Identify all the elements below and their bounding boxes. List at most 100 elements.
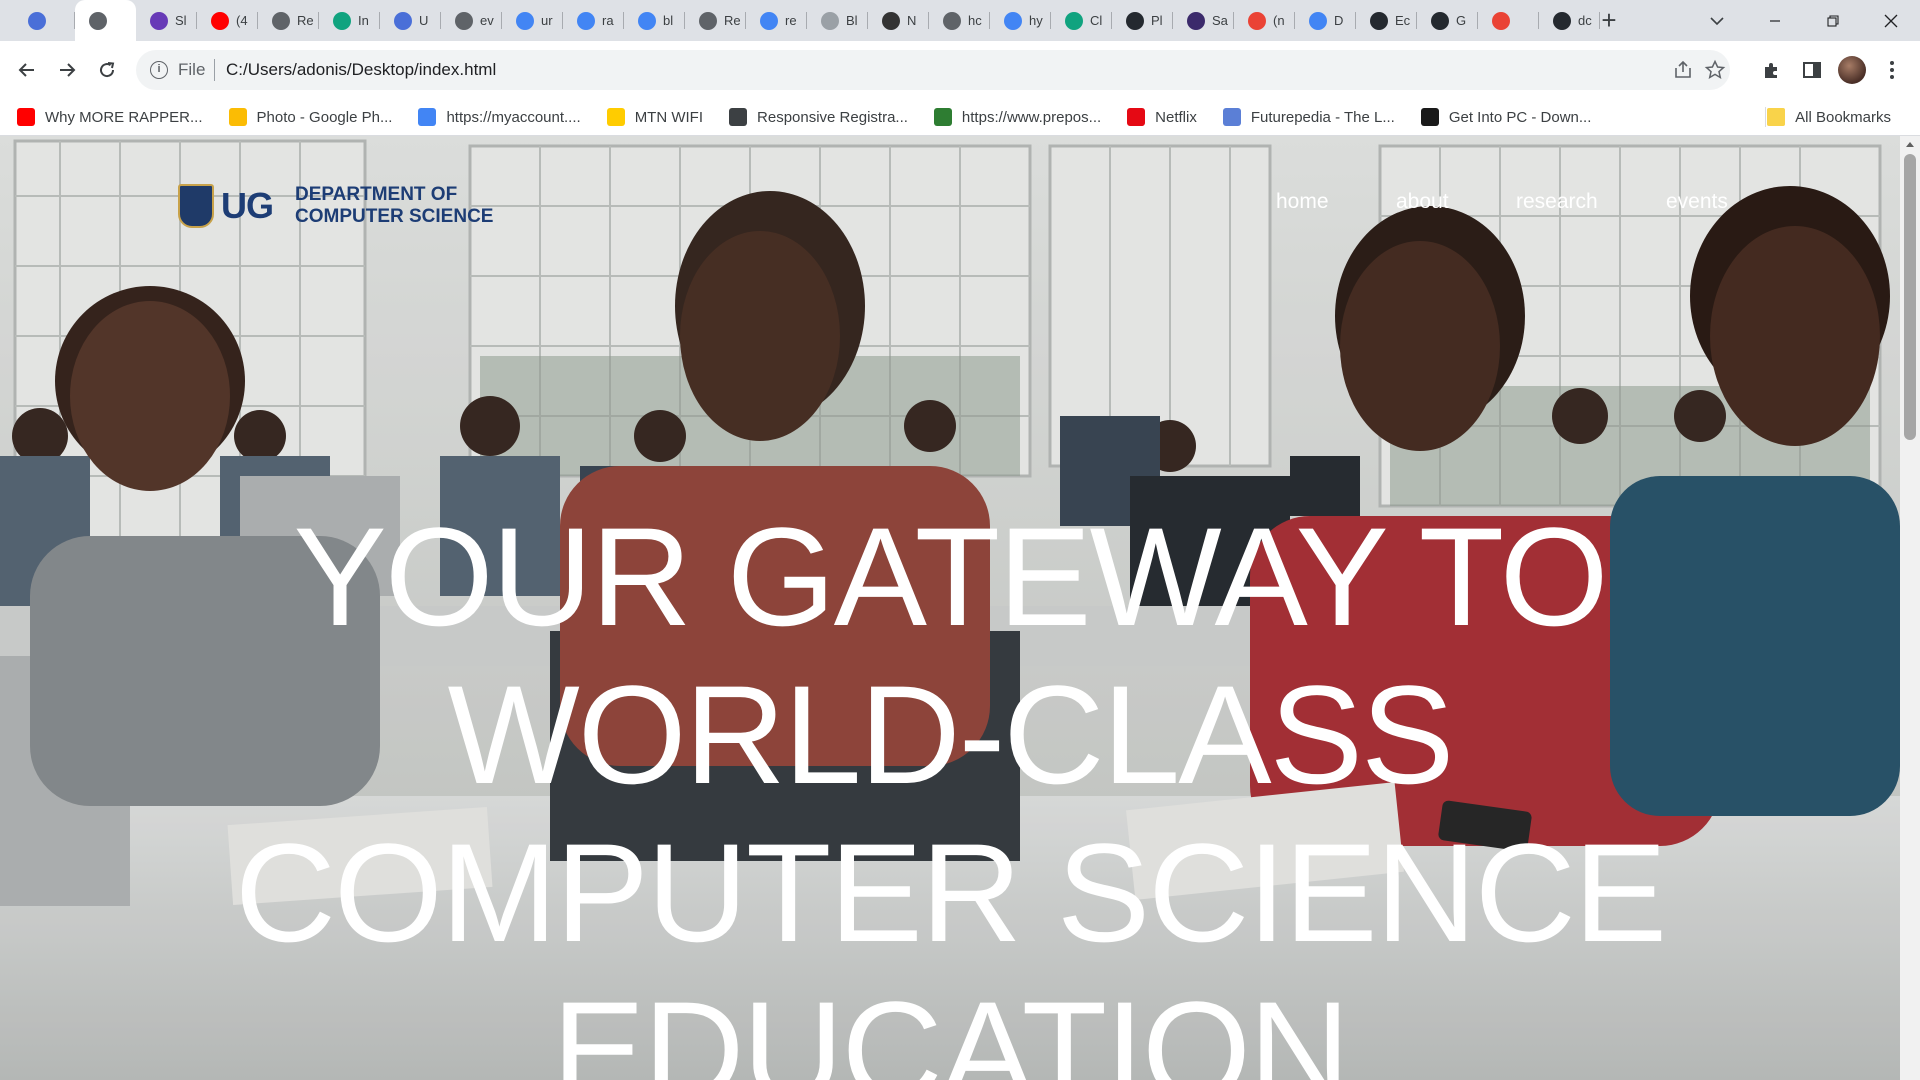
openai-icon (1065, 11, 1083, 30)
tab-title: ev (480, 13, 494, 28)
browser-tab[interactable] (75, 0, 136, 41)
browser-tab[interactable]: Sl (136, 0, 197, 41)
globe-icon (882, 11, 900, 30)
bookmark-item[interactable]: Get Into PC - Down... (1404, 103, 1601, 131)
back-button[interactable] (10, 53, 44, 87)
bookmark-item[interactable]: MTN WIFI (590, 103, 712, 131)
tab-title: D (1334, 13, 1344, 28)
bookmark-label: Photo - Google Ph... (256, 108, 393, 126)
hero-line-4: EDUCATION (551, 972, 1350, 1080)
getintopc-icon (1420, 108, 1439, 126)
tab-title: re (785, 13, 797, 28)
forward-button[interactable] (50, 53, 84, 87)
restore-button[interactable] (1804, 0, 1862, 41)
browser-tab[interactable]: U (380, 0, 441, 41)
browser-tab[interactable]: (n (1234, 0, 1295, 41)
tab-title: ra (602, 13, 614, 28)
logo-abbreviation: UG (221, 185, 274, 226)
browser-tab[interactable]: ra (563, 0, 624, 41)
minimize-button[interactable] (1746, 0, 1804, 41)
browser-tab[interactable]: ur (502, 0, 563, 41)
browser-tab[interactable]: ev (441, 0, 502, 41)
page-viewport: UG DEPARTMENT OF COMPUTER SCIENCE home a… (0, 136, 1900, 1080)
gmail-icon (1492, 11, 1510, 30)
page-scrollbar[interactable] (1900, 136, 1920, 1080)
info-icon[interactable]: i (150, 61, 168, 79)
tab-title: Sa (1212, 13, 1228, 28)
browser-tab[interactable]: re (746, 0, 807, 41)
reload-button[interactable] (90, 53, 124, 87)
tab-title: Ec (1395, 13, 1411, 28)
browser-tab[interactable]: D (1295, 0, 1356, 41)
browser-tab[interactable]: Sa (1173, 0, 1234, 41)
bookmark-item[interactable]: Responsive Registra... (712, 103, 917, 131)
bookmark-label: https://myaccount.... (446, 108, 581, 126)
app-icon (394, 11, 412, 30)
browser-tab[interactable]: N (868, 0, 929, 41)
share-icon[interactable] (1672, 59, 1694, 81)
nav-link-events[interactable]: events (1666, 190, 1728, 214)
nav-link-about[interactable]: about (1396, 190, 1449, 214)
bookmark-star-icon[interactable] (1704, 59, 1726, 81)
tab-title: Cl (1090, 13, 1103, 28)
side-panel-button[interactable] (1795, 53, 1829, 87)
tab-title: hc (968, 13, 982, 28)
bookmark-label: https://www.prepos... (961, 108, 1102, 126)
browser-tab[interactable] (14, 0, 75, 41)
arrow-right-icon (60, 63, 76, 77)
browser-tab[interactable]: In (319, 0, 380, 41)
tab-title: Pl (1151, 13, 1163, 28)
browser-tab[interactable]: Pl (1112, 0, 1173, 41)
folder-icon (1767, 108, 1786, 126)
browser-tab[interactable]: G (1417, 0, 1478, 41)
browser-tab[interactable] (1478, 0, 1539, 41)
tab-title: In (358, 13, 369, 28)
bookmark-label: Get Into PC - Down... (1448, 108, 1592, 126)
browser-tab[interactable]: Re (685, 0, 746, 41)
google-icon (577, 11, 595, 30)
arrow-left-icon (18, 63, 34, 77)
url-text[interactable]: C:/Users/adonis/Desktop/index.html (226, 60, 496, 80)
browser-tab[interactable]: bl (624, 0, 685, 41)
new-tab-button[interactable]: + (1596, 7, 1622, 34)
browser-tab[interactable]: hy (990, 0, 1051, 41)
close-window-button[interactable] (1862, 0, 1920, 41)
bookmark-item[interactable]: Why MORE RAPPER... (0, 103, 212, 131)
browser-tab[interactable]: (4 (197, 0, 258, 41)
site-logo[interactable]: UG DEPARTMENT OF COMPUTER SCIENCE (178, 184, 493, 228)
globe-icon (455, 11, 473, 30)
address-bar[interactable]: i File C:/Users/adonis/Desktop/index.htm… (136, 50, 1730, 90)
browser-tab[interactable]: dc (1539, 0, 1600, 41)
profile-avatar[interactable] (1838, 56, 1866, 84)
scheme-label: File (178, 60, 206, 79)
futurepedia-icon (1222, 108, 1241, 126)
kebab-menu-icon (1890, 61, 1894, 79)
browser-tab[interactable]: Cl (1051, 0, 1112, 41)
menu-button[interactable] (1875, 53, 1909, 87)
tab-title: Bl (846, 13, 858, 28)
scrollbar-thumb[interactable] (1904, 154, 1916, 440)
browser-tab[interactable]: Bl (807, 0, 868, 41)
all-bookmarks-button[interactable]: All Bookmarks (1750, 103, 1900, 131)
nav-link-research[interactable]: research (1516, 190, 1598, 214)
tab-title: Re (724, 13, 741, 28)
openai-icon (333, 11, 351, 30)
mtn-icon (606, 108, 625, 126)
extensions-button[interactable] (1755, 53, 1789, 87)
tab-strip: Sl (4 Re In Uev ur ra bl Re re Bl Nhc hy Cl Pl Sa (n D Ec G… (0, 0, 1920, 41)
browser-tab[interactable]: Re (258, 0, 319, 41)
globe-icon (943, 11, 961, 30)
bookmark-item[interactable]: Futurepedia - The L... (1206, 103, 1404, 131)
browser-tab[interactable]: Ec (1356, 0, 1417, 41)
nav-link-home[interactable]: home (1276, 190, 1329, 214)
hero-heading: YOUR GATEWAY TO WORLD-CLASS COMPUTER SCI… (0, 498, 1900, 1080)
bookmark-item[interactable]: Netflix (1110, 103, 1206, 131)
browser-tab[interactable]: hc (929, 0, 990, 41)
bookmark-item[interactable]: Photo - Google Ph... (212, 103, 402, 131)
bookmark-item[interactable]: https://www.prepos... (917, 103, 1110, 131)
globe-icon (699, 11, 717, 30)
tab-search-button[interactable] (1688, 0, 1746, 41)
bookmark-item[interactable]: https://myaccount.... (401, 103, 589, 131)
address-divider (214, 59, 215, 81)
scroll-up-arrow-icon[interactable] (1906, 142, 1914, 147)
